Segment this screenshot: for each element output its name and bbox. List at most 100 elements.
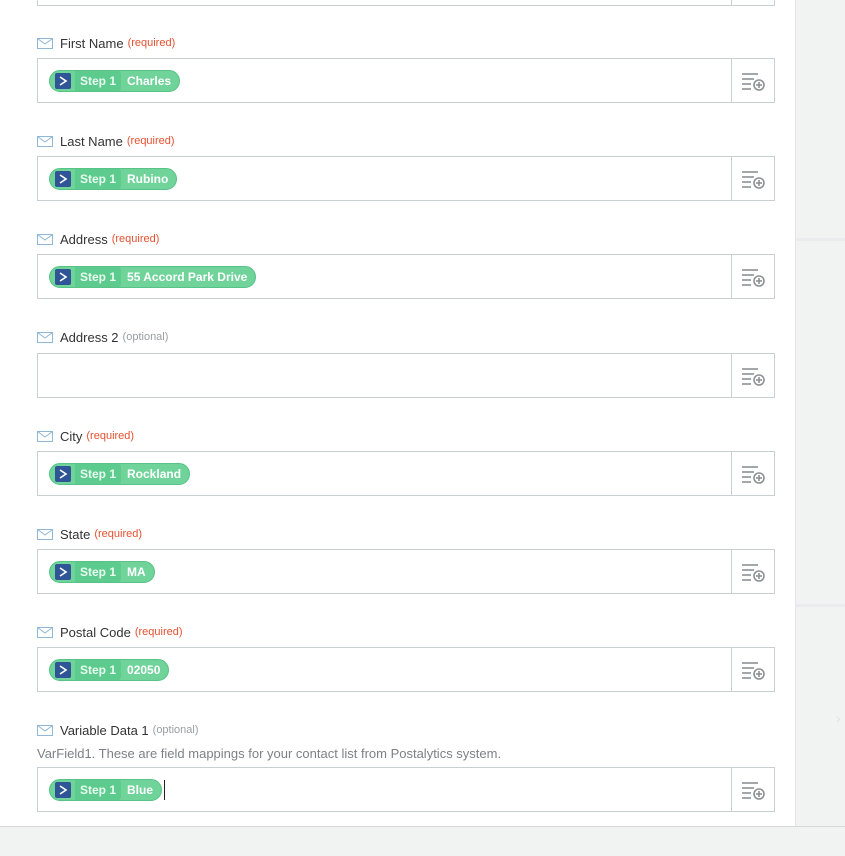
envelope-icon: [37, 724, 53, 736]
insert-field-button[interactable]: [732, 255, 774, 298]
required-tag: (required): [111, 233, 160, 245]
insert-field-icon: [742, 781, 765, 800]
insert-field-button[interactable]: [732, 157, 774, 200]
field-label-row: First Name (required): [37, 33, 775, 53]
pill-step-label: Step 1: [75, 561, 122, 582]
insert-field-icon: [742, 563, 765, 582]
connector-line: [796, 604, 845, 607]
field-label-row: Variable Data 1 (optional): [37, 720, 775, 740]
optional-tag: (optional): [122, 331, 169, 343]
city-input[interactable]: Step 1 Rockland: [37, 451, 775, 496]
field-label: City: [60, 428, 83, 444]
pill-value: Charles: [127, 73, 172, 88]
pill-step-label: Step 1: [75, 168, 122, 189]
mapped-value-pill[interactable]: Step 1 02050: [49, 658, 170, 681]
field-variable-data-1: Variable Data 1 (optional) VarField1. Th…: [37, 720, 775, 812]
envelope-icon: [37, 528, 53, 540]
field-help-text: VarField1. These are field mappings for …: [37, 746, 502, 761]
pill-step-label: Step 1: [75, 266, 122, 287]
pill-value: 55 Accord Park Drive: [127, 269, 248, 284]
form-panel: First Name (required) Step 1 Charles Las…: [0, 0, 796, 826]
field-label-row: Postal Code (required): [37, 622, 775, 642]
insert-field-button[interactable]: [732, 59, 774, 102]
pill-value: MA: [127, 564, 146, 579]
optional-tag: (optional): [152, 724, 199, 736]
pill-value: Rockland: [127, 466, 182, 481]
mapped-value-pill[interactable]: Step 1 Rockland: [49, 462, 191, 485]
required-tag: (required): [127, 37, 176, 49]
mapped-value-pill[interactable]: Step 1 Charles: [49, 69, 181, 92]
mapped-value-pill[interactable]: Step 1 Rubino: [49, 167, 178, 190]
last-name-input[interactable]: Step 1 Rubino: [37, 156, 775, 201]
field-label: Variable Data 1: [60, 722, 149, 738]
connector-line: [796, 238, 845, 241]
field-label-row: State (required): [37, 524, 775, 544]
field-label: State: [60, 526, 91, 542]
pill-step-label: Step 1: [75, 70, 122, 91]
input-field-area[interactable]: Step 1 02050: [38, 648, 732, 691]
required-tag: (required): [134, 626, 183, 638]
pill-step-label: Step 1: [75, 659, 122, 680]
address-input[interactable]: Step 1 55 Accord Park Drive: [37, 254, 775, 299]
field-label-row: Address 2 (optional): [37, 327, 775, 347]
insert-field-button[interactable]: [732, 550, 774, 593]
required-tag: (required): [94, 528, 143, 540]
field-postal-code: Postal Code (required) Step 1 02050: [37, 622, 775, 692]
insert-field-button[interactable]: [732, 354, 774, 397]
field-label: Address 2: [60, 329, 119, 345]
input-field-area[interactable]: [38, 354, 732, 397]
required-tag: (required): [86, 430, 135, 442]
first-name-input[interactable]: Step 1 Charles: [37, 58, 775, 103]
input-field-area[interactable]: Step 1 Rubino: [38, 157, 732, 200]
pill-value: Blue: [127, 782, 154, 797]
input-field-area[interactable]: Step 1 Blue: [38, 768, 732, 811]
mapped-value-pill[interactable]: Step 1 MA: [49, 560, 155, 583]
pill-value: Rubino: [127, 171, 169, 186]
field-label-row: Address (required): [37, 229, 775, 249]
envelope-icon: [37, 430, 53, 442]
required-tag: (required): [126, 135, 175, 147]
input-field-area[interactable]: Step 1 Rockland: [38, 452, 732, 495]
envelope-icon: [37, 135, 53, 147]
input-field-area[interactable]: Step 1 55 Accord Park Drive: [38, 255, 732, 298]
envelope-icon: [37, 37, 53, 49]
insert-field-button[interactable]: [732, 768, 774, 811]
insert-field-icon: [742, 72, 765, 91]
insert-field-icon: [742, 170, 765, 189]
postal-code-input[interactable]: Step 1 02050: [37, 647, 775, 692]
app-arrow-icon: [55, 465, 71, 482]
app-arrow-icon: [55, 563, 71, 580]
insert-field-button[interactable]: [732, 452, 774, 495]
text-caret: [164, 779, 166, 800]
app-arrow-icon: [55, 170, 71, 187]
field-label: First Name: [60, 35, 124, 51]
field-address: Address (required) Step 1 55 Accord Park…: [37, 229, 775, 299]
field-city: City (required) Step 1 Rockland: [37, 426, 775, 496]
pill-step-label: Step 1: [75, 463, 122, 484]
app-arrow-icon: [55, 72, 71, 89]
app-arrow-icon: [55, 268, 71, 285]
field-label-row: Last Name (required): [37, 131, 775, 151]
pill-value: 02050: [127, 662, 161, 677]
field-first-name: First Name (required) Step 1 Charles: [37, 33, 775, 103]
envelope-icon: [37, 626, 53, 638]
address-2-input[interactable]: [37, 353, 775, 398]
insert-field-icon: [742, 367, 765, 386]
pill-step-label: Step 1: [75, 779, 122, 800]
input-field-area[interactable]: Step 1 MA: [38, 550, 732, 593]
insert-field-icon: [742, 465, 765, 484]
previous-field-input-stub[interactable]: [37, 0, 775, 6]
insert-field-icon: [742, 268, 765, 287]
mapped-value-pill[interactable]: Step 1 55 Accord Park Drive: [49, 265, 257, 288]
field-state: State (required) Step 1 MA: [37, 524, 775, 594]
field-last-name: Last Name (required) Step 1 Rubino: [37, 131, 775, 201]
field-label: Address: [60, 231, 108, 247]
field-label: Last Name: [60, 133, 123, 149]
variable-data-1-input[interactable]: Step 1 Blue: [37, 767, 775, 812]
insert-field-button[interactable]: [732, 648, 774, 691]
insert-field-icon: [742, 661, 765, 680]
mapped-value-pill[interactable]: Step 1 Blue: [49, 778, 163, 801]
state-input[interactable]: Step 1 MA: [37, 549, 775, 594]
field-label-row: City (required): [37, 426, 775, 446]
input-field-area[interactable]: Step 1 Charles: [38, 59, 732, 102]
